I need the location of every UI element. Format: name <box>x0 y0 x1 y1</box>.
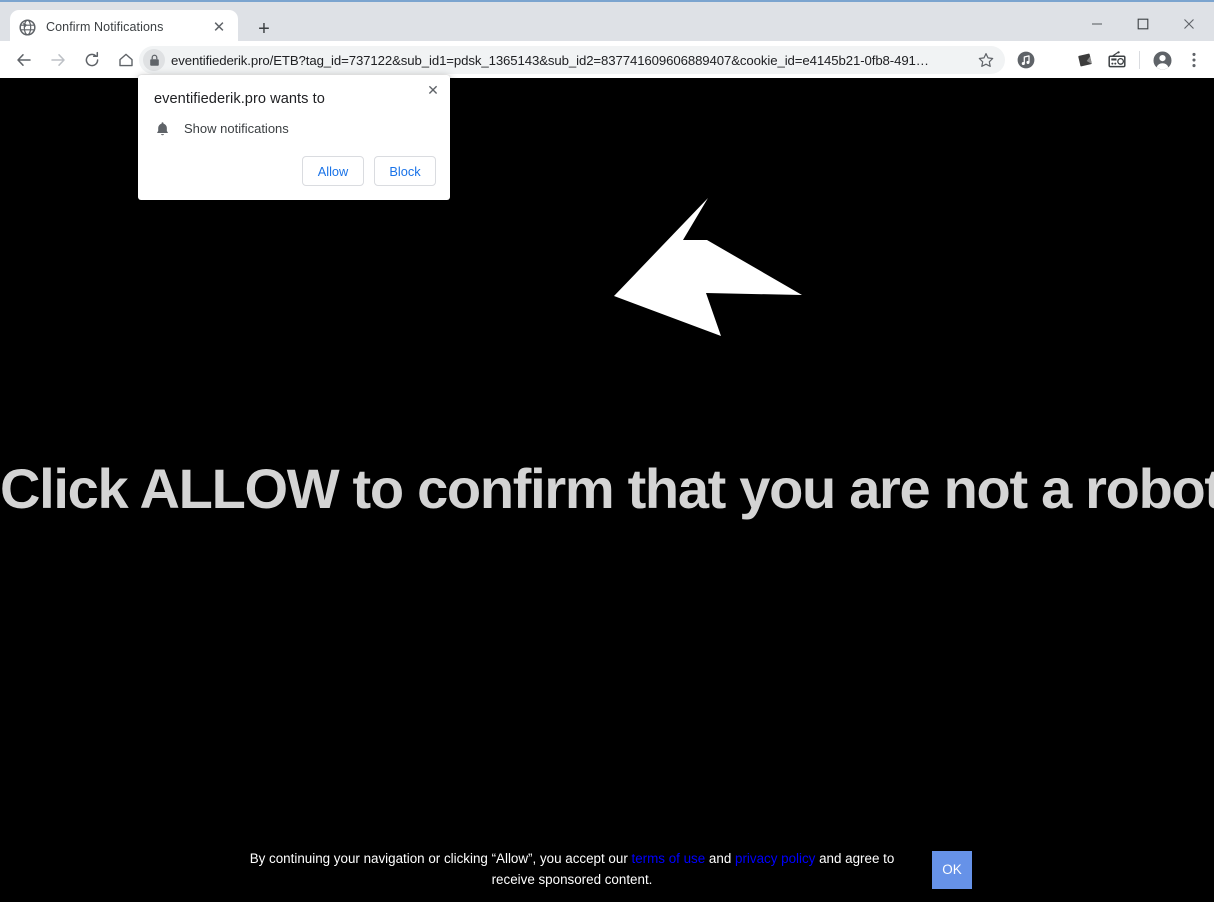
consent-text: By continuing your navigation or clickin… <box>242 849 902 890</box>
browser-window: Confirm Notifications ✕ + eventifiederik… <box>0 0 1214 902</box>
page-heading: Click ALLOW to confirm that you are not … <box>0 457 1214 520</box>
consent-bar: By continuing your navigation or clickin… <box>0 849 1214 890</box>
tab-strip: Confirm Notifications ✕ + <box>0 0 1214 44</box>
lock-icon[interactable] <box>143 49 165 71</box>
consent-text-part-1: By continuing your navigation or clickin… <box>249 851 632 867</box>
music-note-extension-icon[interactable] <box>1011 45 1041 75</box>
tab-close-icon[interactable]: ✕ <box>209 17 229 37</box>
dialog-close-icon[interactable]: ✕ <box>422 79 444 101</box>
tab-title: Confirm Notifications <box>46 20 164 34</box>
window-controls <box>1074 4 1214 43</box>
notification-permission-dialog: ✕ eventifiederik.pro wants to Show notif… <box>138 75 450 200</box>
dialog-actions: Allow Block <box>302 156 436 186</box>
window-minimize-button[interactable] <box>1074 4 1120 43</box>
browser-tab[interactable]: Confirm Notifications ✕ <box>10 10 238 44</box>
window-close-button[interactable] <box>1166 4 1212 43</box>
new-tab-button[interactable]: + <box>250 15 278 43</box>
dialog-permission-label: Show notifications <box>184 121 289 136</box>
star-icon[interactable] <box>973 47 999 73</box>
page-bottom-sliver <box>0 897 1214 902</box>
home-button[interactable] <box>112 46 140 74</box>
radio-extension-icon[interactable] <box>1102 45 1132 75</box>
consent-text-part-2: and <box>705 851 735 867</box>
window-maximize-button[interactable] <box>1120 4 1166 43</box>
dialog-title: eventifiederik.pro wants to <box>154 91 325 107</box>
allow-button[interactable]: Allow <box>302 156 364 186</box>
left-pointing-arrow-graphic <box>610 196 805 338</box>
globe-icon <box>19 18 36 36</box>
url-text: eventifiederik.pro/ETB?tag_id=737122&sub… <box>171 52 929 68</box>
block-button[interactable]: Block <box>374 156 436 186</box>
ok-button[interactable]: OK <box>932 850 972 889</box>
address-bar[interactable]: eventifiederik.pro/ETB?tag_id=737122&sub… <box>139 46 1005 74</box>
toolbar-right-icons <box>1010 45 1210 75</box>
back-button[interactable] <box>10 46 38 74</box>
dialog-permission-row: Show notifications <box>154 120 289 137</box>
terms-of-use-link[interactable]: terms of use <box>632 851 706 866</box>
privacy-policy-link[interactable]: privacy policy <box>735 851 815 866</box>
toolbar-divider <box>1139 51 1140 69</box>
forward-button[interactable] <box>44 46 72 74</box>
account-avatar-icon[interactable] <box>1147 45 1177 75</box>
dark-square-extension-icon[interactable] <box>1070 45 1100 75</box>
page-viewport: Click ALLOW to confirm that you are not … <box>0 78 1214 902</box>
reload-button[interactable] <box>78 46 106 74</box>
bell-icon <box>154 120 171 137</box>
three-dot-menu-icon[interactable] <box>1179 45 1209 75</box>
